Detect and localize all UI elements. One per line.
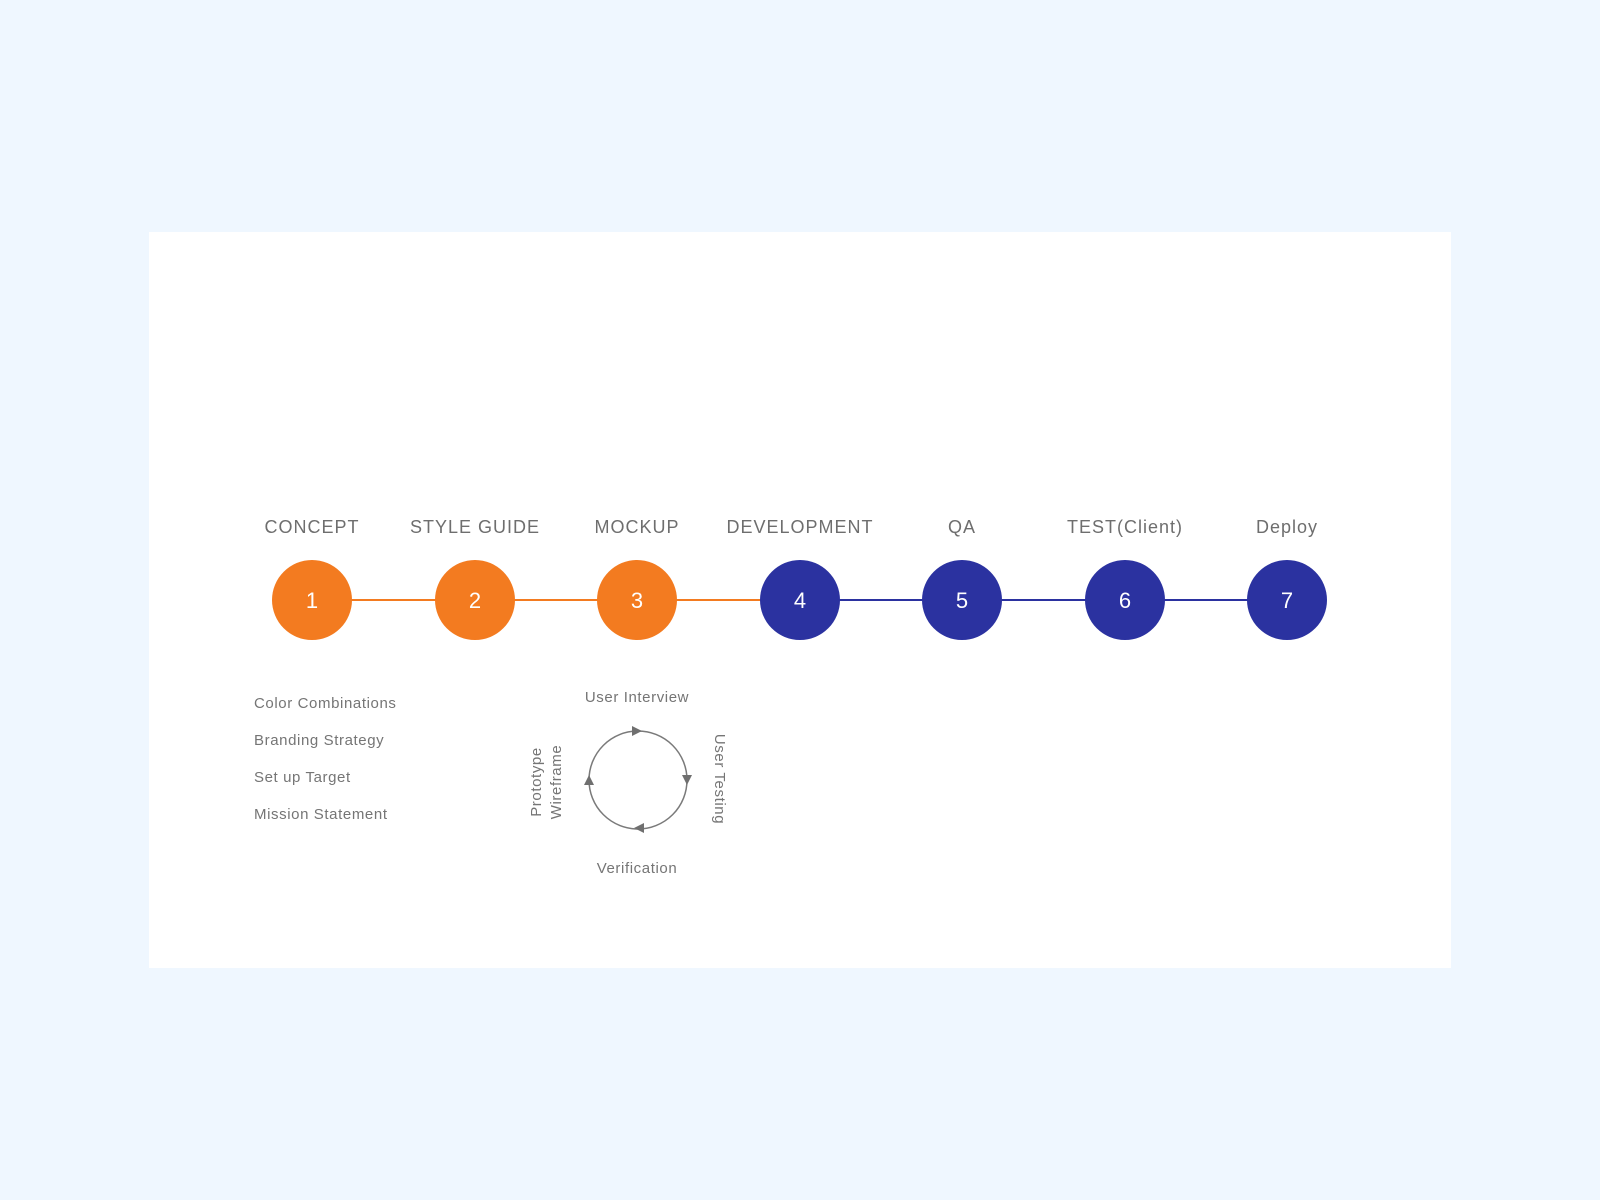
cycle-label-top: User Interview	[585, 689, 689, 706]
step-number: 4	[794, 588, 806, 613]
step-number: 7	[1281, 588, 1293, 613]
concept-item: Color Combinations	[254, 695, 397, 712]
cycle-arrows-icon	[584, 726, 692, 833]
step-7[interactable]: Deploy 7	[1247, 517, 1327, 640]
step-label: Deploy	[1256, 517, 1318, 537]
process-diagram: CONCEPT 1 STYLE GUIDE 2 MOCKUP 3 DEVELOPMENT 4 Q…	[254, 517, 1327, 877]
step-2[interactable]: STYLE GUIDE 2	[410, 517, 540, 640]
step-number: 5	[956, 588, 968, 613]
step-label: TEST(Client)	[1067, 517, 1183, 537]
step-label: QA	[948, 517, 976, 537]
steps-group: CONCEPT 1 STYLE GUIDE 2 MOCKUP 3 DEVELOPMENT 4 Q…	[264, 517, 1327, 640]
step-number: 1	[306, 588, 318, 613]
step-3[interactable]: MOCKUP 3	[594, 517, 679, 640]
step-1[interactable]: CONCEPT 1	[264, 517, 359, 640]
cycle-label-left-2: Wireframe	[548, 745, 565, 820]
step-label: MOCKUP	[594, 517, 679, 537]
step-label: STYLE GUIDE	[410, 517, 540, 537]
step-5[interactable]: QA 5	[922, 517, 1002, 640]
step-number: 2	[469, 588, 481, 613]
concept-item: Mission Statement	[254, 806, 388, 823]
step-label: CONCEPT	[264, 517, 359, 537]
cycle-label-left-1: Prototype	[528, 747, 545, 817]
cycle-label-bottom: Verification	[597, 860, 678, 877]
concept-item: Branding Strategy	[254, 732, 384, 749]
cycle-label-right: User Testing	[711, 734, 728, 824]
concept-item: Set up Target	[254, 769, 351, 786]
mockup-cycle: User Interview Verification User Testing…	[528, 689, 728, 877]
step-number: 6	[1119, 588, 1131, 613]
concept-items: Color Combinations Branding Strategy Set…	[254, 695, 397, 823]
step-number: 3	[631, 588, 643, 613]
step-4[interactable]: DEVELOPMENT 4	[726, 517, 873, 640]
step-label: DEVELOPMENT	[726, 517, 873, 537]
step-6[interactable]: TEST(Client) 6	[1067, 517, 1183, 640]
